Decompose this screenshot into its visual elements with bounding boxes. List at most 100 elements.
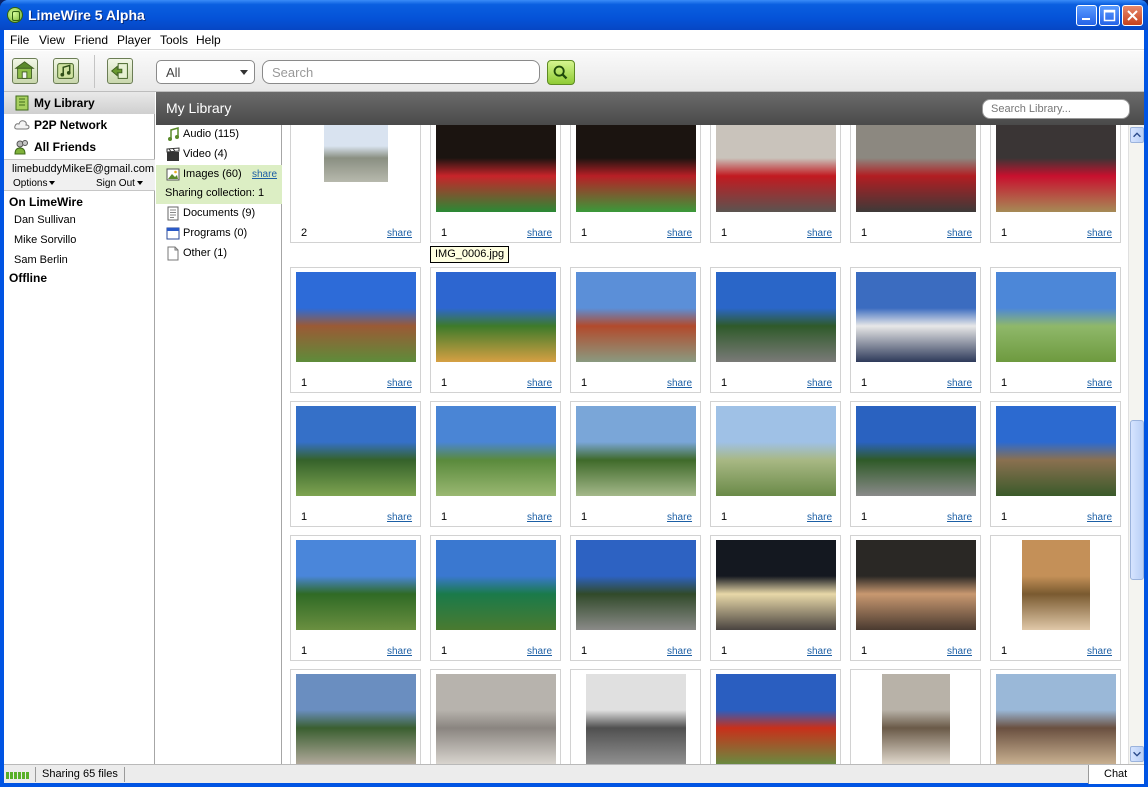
image-tile[interactable]: 1share (990, 669, 1121, 764)
tile-share-link[interactable]: share (947, 646, 972, 657)
tile-share-link[interactable]: share (527, 228, 552, 239)
menu-file[interactable]: File (10, 33, 29, 47)
image-tile[interactable]: 1share (710, 401, 841, 527)
tile-share-link[interactable]: share (387, 646, 412, 657)
image-tile[interactable]: 2share (290, 125, 421, 243)
image-thumbnail[interactable] (575, 406, 696, 496)
tile-share-link[interactable]: share (1087, 378, 1112, 389)
image-tile[interactable]: 1share (990, 401, 1121, 527)
tile-share-link[interactable]: share (387, 228, 412, 239)
tile-share-link[interactable]: share (807, 512, 832, 523)
scroll-down-button[interactable] (1130, 746, 1144, 762)
menu-help[interactable]: Help (196, 33, 221, 47)
image-tile[interactable]: 1share (430, 267, 561, 393)
category-documents[interactable]: Documents (9) (156, 204, 282, 224)
image-thumbnail[interactable] (715, 272, 836, 362)
search-input[interactable] (262, 60, 540, 84)
category-images[interactable]: Images (60) share (156, 165, 282, 185)
menu-tools[interactable]: Tools (160, 33, 188, 47)
tile-share-link[interactable]: share (667, 646, 692, 657)
image-tile[interactable]: 1share (850, 669, 981, 764)
category-audio[interactable]: Audio (115) (156, 125, 282, 145)
home-button[interactable] (12, 58, 38, 84)
image-thumbnail[interactable] (435, 674, 556, 764)
back-button[interactable] (107, 58, 133, 84)
media-player-button[interactable] (53, 58, 79, 84)
title-bar[interactable]: LimeWire 5 Alpha (0, 0, 1148, 30)
tile-share-link[interactable]: share (807, 228, 832, 239)
search-category-select[interactable]: All (156, 60, 255, 84)
image-thumbnail[interactable] (995, 406, 1116, 496)
image-tile[interactable]: 1share (290, 401, 421, 527)
image-thumbnail[interactable] (855, 272, 976, 362)
image-thumbnail[interactable] (995, 674, 1116, 764)
nav-all-friends[interactable]: All Friends (4, 136, 155, 158)
search-button[interactable] (547, 60, 575, 85)
menu-friend[interactable]: Friend (74, 33, 108, 47)
tile-share-link[interactable]: share (527, 378, 552, 389)
image-thumbnail[interactable] (855, 125, 976, 212)
tile-share-link[interactable]: share (387, 512, 412, 523)
image-thumbnail[interactable] (715, 125, 836, 212)
vertical-scrollbar[interactable] (1128, 125, 1144, 764)
menu-player[interactable]: Player (117, 33, 151, 47)
friend-mike-sorvillo[interactable]: Mike Sorvillo (14, 234, 76, 246)
image-thumbnail[interactable] (855, 406, 976, 496)
image-thumbnail[interactable] (995, 272, 1116, 362)
image-tile[interactable]: 1share (850, 535, 981, 661)
friend-sam-berlin[interactable]: Sam Berlin (14, 254, 68, 266)
image-tile[interactable]: 1share (430, 535, 561, 661)
image-tile[interactable]: 1share (430, 669, 561, 764)
image-tile[interactable]: 2share (570, 669, 701, 764)
image-tile[interactable]: 1share (430, 125, 561, 243)
nav-my-library[interactable]: My Library (4, 92, 155, 114)
image-thumbnail[interactable] (715, 406, 836, 496)
image-tile[interactable]: 1share (570, 267, 701, 393)
image-thumbnail[interactable] (295, 406, 416, 496)
image-tile[interactable]: 1share (990, 535, 1121, 661)
tile-share-link[interactable]: share (1087, 646, 1112, 657)
tile-share-link[interactable]: share (667, 228, 692, 239)
tile-share-link[interactable]: share (947, 228, 972, 239)
image-thumbnail[interactable] (323, 125, 388, 182)
image-tile[interactable]: 1share (570, 535, 701, 661)
tile-share-link[interactable]: share (387, 378, 412, 389)
maximize-button[interactable] (1099, 5, 1120, 26)
image-thumbnail[interactable] (855, 540, 976, 630)
tile-share-link[interactable]: share (667, 512, 692, 523)
image-thumbnail[interactable] (435, 125, 556, 212)
image-thumbnail[interactable] (435, 272, 556, 362)
image-tile[interactable]: 1share (570, 401, 701, 527)
image-tile[interactable]: 1share (850, 401, 981, 527)
category-programs[interactable]: Programs (0) (156, 224, 282, 244)
image-tile[interactable]: 1share (990, 267, 1121, 393)
image-thumbnail[interactable] (1021, 540, 1090, 630)
sign-out-menu[interactable]: Sign Out (96, 178, 143, 189)
image-tile[interactable]: 1share (850, 267, 981, 393)
image-thumbnail[interactable] (881, 674, 950, 764)
scroll-up-button[interactable] (1130, 127, 1144, 143)
minimize-button[interactable] (1076, 5, 1097, 26)
tile-share-link[interactable]: share (807, 646, 832, 657)
tile-share-link[interactable]: share (947, 378, 972, 389)
image-tile[interactable]: 1share (710, 125, 841, 243)
options-menu[interactable]: Options (13, 178, 56, 189)
close-button[interactable] (1122, 5, 1143, 26)
image-thumbnail[interactable] (295, 272, 416, 362)
image-thumbnail[interactable] (715, 674, 836, 764)
image-tile[interactable]: 1share (710, 267, 841, 393)
image-thumbnail[interactable] (575, 125, 696, 212)
image-tile[interactable]: 1share (850, 125, 981, 243)
image-thumbnail[interactable] (585, 674, 686, 764)
tile-share-link[interactable]: share (527, 646, 552, 657)
tile-share-link[interactable]: share (527, 512, 552, 523)
menu-view[interactable]: View (39, 33, 65, 47)
image-tile[interactable]: 1share (290, 535, 421, 661)
image-thumbnail[interactable] (295, 540, 416, 630)
image-thumbnail[interactable] (435, 540, 556, 630)
image-thumbnail[interactable] (575, 272, 696, 362)
tile-share-link[interactable]: share (667, 378, 692, 389)
image-tile[interactable]: 1share (570, 125, 701, 243)
image-thumbnail[interactable] (435, 406, 556, 496)
image-thumbnail[interactable] (295, 674, 416, 764)
